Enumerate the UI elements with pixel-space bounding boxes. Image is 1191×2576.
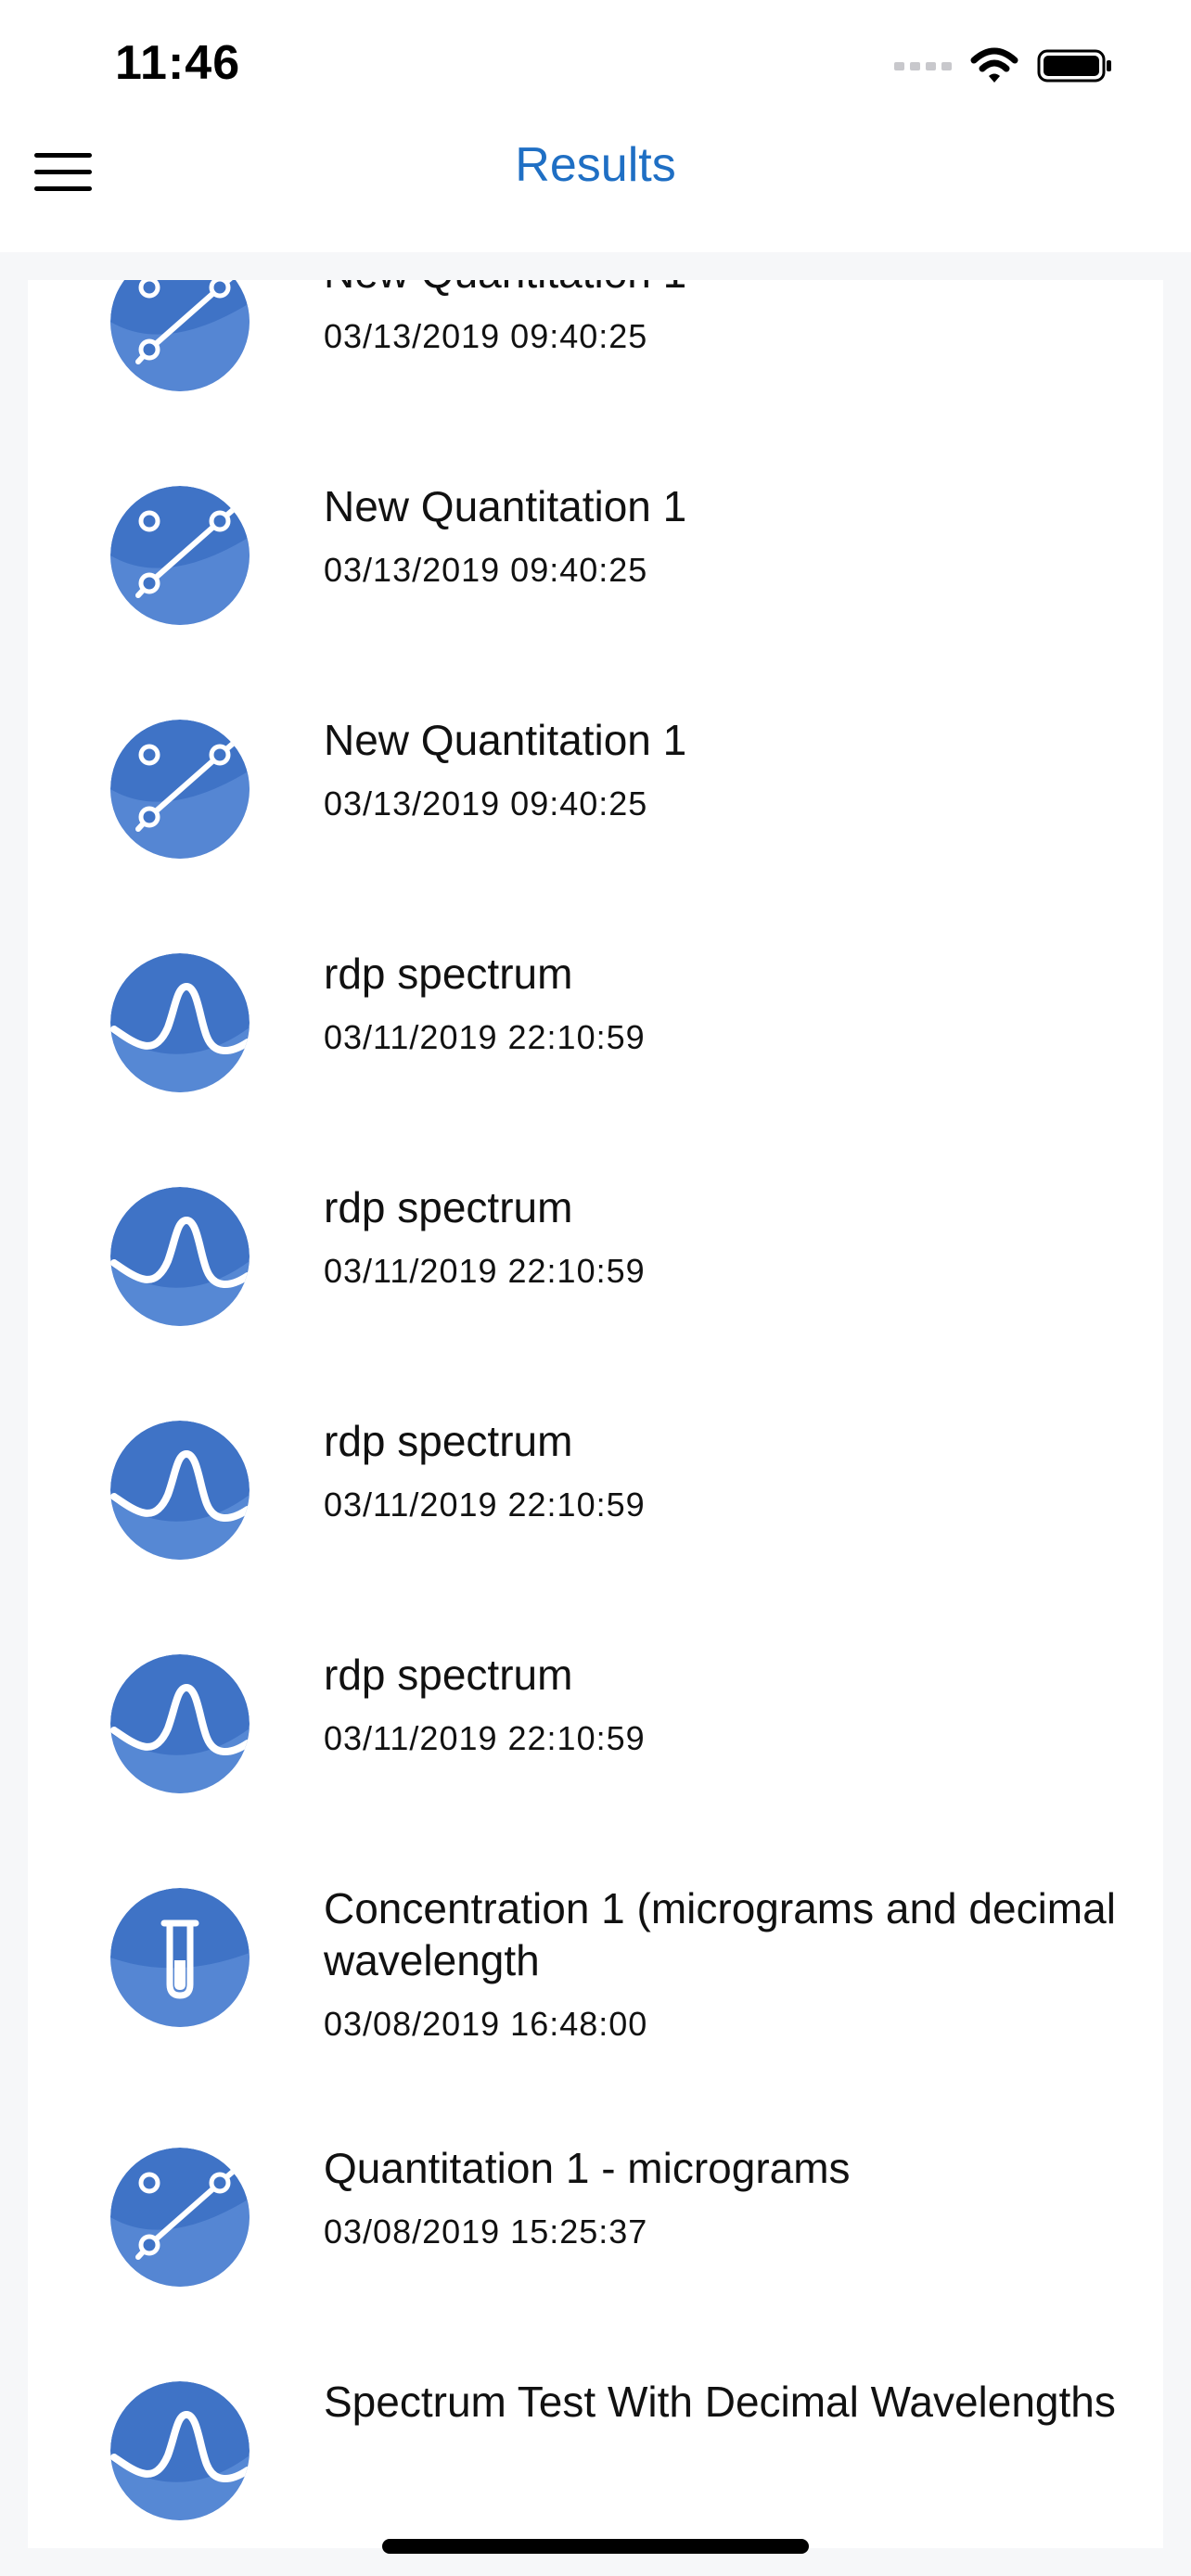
result-name: rdp spectrum [324, 950, 573, 998]
result-name: Quantitation 1 - micrograms [324, 2144, 851, 2192]
result-name: rdp spectrum [324, 1651, 573, 1699]
battery-icon [1037, 47, 1113, 89]
result-row[interactable]: New Quantitation 1 03/13/2019 09:40:25 [28, 280, 1163, 440]
result-name: Concentration 1 (micrograms and decimal … [324, 1884, 1116, 1984]
result-row[interactable]: Spectrum Test With Decimal Wavelengths [28, 2335, 1163, 2548]
spectrum-icon [110, 1187, 250, 1326]
result-text: rdp spectrum 03/11/2019 22:10:59 [324, 948, 1126, 1057]
result-text: rdp spectrum 03/11/2019 22:10:59 [324, 1415, 1126, 1524]
result-text: Concentration 1 (micrograms and decimal … [324, 1882, 1126, 2044]
result-date: 03/13/2019 09:40:25 [324, 784, 648, 823]
cellular-signal-icon [894, 59, 952, 77]
home-indicator[interactable] [382, 2539, 809, 2554]
result-name: rdp spectrum [324, 1417, 573, 1465]
result-text: Quantitation 1 - micrograms 03/08/2019 15… [324, 2142, 1126, 2251]
result-date: 03/11/2019 22:10:59 [324, 1719, 646, 1757]
quantitation-icon [110, 486, 250, 625]
result-name: Spectrum Test With Decimal Wavelengths [324, 2378, 1116, 2426]
result-date: 03/13/2019 09:40:25 [324, 317, 648, 355]
result-date: 03/13/2019 09:40:25 [324, 551, 648, 589]
result-date: 03/11/2019 22:10:59 [324, 1252, 646, 1290]
quantitation-icon [110, 280, 250, 391]
status-bar: 11:46 [0, 0, 1191, 130]
result-row[interactable]: New Quantitation 1 03/13/2019 09:40:25 [28, 440, 1163, 673]
result-text: New Quantitation 1 03/13/2019 09:40:25 [324, 714, 1126, 823]
concentration-icon [110, 1888, 250, 2027]
result-name: New Quantitation 1 [324, 280, 1126, 299]
result-date: 03/11/2019 22:10:59 [324, 1018, 646, 1056]
page-title: Results [515, 138, 676, 192]
result-name: rdp spectrum [324, 1183, 573, 1231]
result-date: 03/08/2019 16:48:00 [324, 2005, 648, 2043]
status-time: 11:46 [115, 36, 241, 90]
result-text: New Quantitation 1 03/13/2019 09:40:25 [324, 480, 1126, 590]
result-text: Spectrum Test With Decimal Wavelengths [324, 2376, 1126, 2446]
result-name: New Quantitation 1 [324, 716, 687, 764]
wifi-icon [970, 47, 1018, 89]
result-text: rdp spectrum 03/11/2019 22:10:59 [324, 1649, 1126, 1758]
result-row[interactable]: New Quantitation 1 03/13/2019 09:40:25 [28, 673, 1163, 907]
spectrum-icon [110, 1654, 250, 1793]
result-row[interactable]: rdp spectrum 03/11/2019 22:10:59 [28, 907, 1163, 1141]
result-date: 03/11/2019 22:10:59 [324, 1486, 646, 1524]
result-row[interactable]: Concentration 1 (micrograms and decimal … [28, 1842, 1163, 2101]
result-date: 03/08/2019 15:25:37 [324, 2213, 648, 2251]
result-text: rdp spectrum 03/11/2019 22:10:59 [324, 1181, 1126, 1291]
result-row[interactable]: rdp spectrum 03/11/2019 22:10:59 [28, 1141, 1163, 1374]
spectrum-icon [110, 953, 250, 1092]
results-card: New Quantitation 1 03/13/2019 09:40:25 Ne… [28, 280, 1163, 2548]
result-row[interactable]: rdp spectrum 03/11/2019 22:10:59 [28, 1374, 1163, 1608]
quantitation-icon [110, 2148, 250, 2287]
result-name: New Quantitation 1 [324, 482, 687, 530]
spectrum-icon [110, 2381, 250, 2520]
status-icons [894, 46, 1113, 89]
quantitation-icon [110, 720, 250, 859]
result-row[interactable]: rdp spectrum 03/11/2019 22:10:59 [28, 1608, 1163, 1842]
result-row[interactable]: Quantitation 1 - micrograms 03/08/2019 15… [28, 2101, 1163, 2335]
nav-bar: Results [0, 130, 1191, 252]
results-list: New Quantitation 1 03/13/2019 09:40:25 Ne… [28, 280, 1163, 2548]
spectrum-icon [110, 1421, 250, 1560]
result-text: New Quantitation 1 03/13/2019 09:40:25 [324, 280, 1126, 356]
